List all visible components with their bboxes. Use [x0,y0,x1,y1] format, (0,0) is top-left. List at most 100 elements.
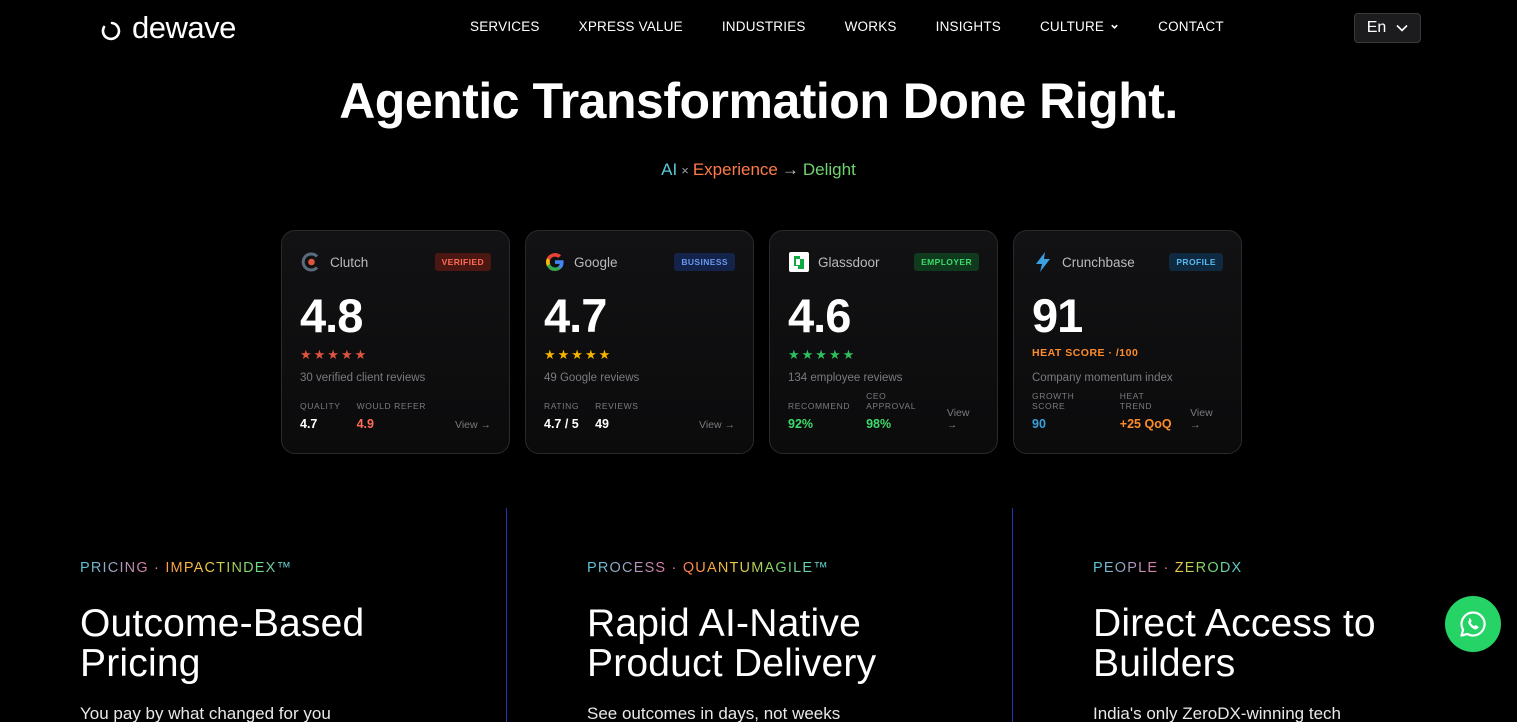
card-brand-name: Clutch [330,254,369,270]
card-score: 91 [1032,289,1083,342]
metric: CEO APPROVAL 98% [866,391,931,431]
section-text: See outcomes in days, not weeks [587,704,841,722]
metric: GROWTH SCORE 90 [1032,391,1104,431]
metric: HEAT TREND +25 QoQ [1120,391,1174,431]
card-score: 4.6 [788,289,851,342]
section-title: Direct Access to Builders [1093,602,1376,685]
status-badge: EMPLOYER [914,253,979,271]
rating-card-clutch[interactable]: Clutch VERIFIED 4.8 ★★★★★ 30 verified cl… [281,230,510,454]
status-badge: PROFILE [1169,253,1223,271]
card-description: 30 verified client reviews [300,372,426,384]
whatsapp-button[interactable] [1445,596,1501,652]
card-description: 49 Google reviews [544,372,640,384]
section-text: India's only ZeroDX-winning tech [1093,704,1341,722]
metric: RECOMMEND 92% [788,401,850,431]
status-badge: VERIFIED [434,253,491,271]
section-title: Outcome-Based Pricing [80,602,365,685]
view-link[interactable]: View → [947,407,979,431]
hero-title: Agentic Transformation Done Right. [339,73,1178,129]
feature-people: PEOPLE · ZERODX Direct Access to Builder… [1012,508,1517,722]
tagline-experience: Experience [692,160,778,179]
section-title: Rapid AI-Native Product Delivery [587,602,877,685]
heat-score-label: HEAT SCORE · /100 [1032,347,1139,359]
card-description: 134 employee reviews [788,372,903,384]
section-text: You pay by what changed for you [80,704,331,722]
chevron-down-icon [1111,24,1118,29]
logo-mark-icon [101,21,121,41]
status-badge: BUSINESS [674,253,735,271]
nav-contact[interactable]: CONTACT [1158,19,1224,34]
brand-logo[interactable]: dewave [100,10,236,46]
kicker-category: PRICING [80,560,149,576]
metric: REVIEWS 49 [595,401,638,431]
kicker-product: ZERODX [1174,560,1243,576]
feature-pricing: PRICING · IMPACTINDEX™ Outcome-Based Pri… [0,508,507,722]
page: dewave SERVICES XPRESS VALUE INDUSTRIES … [0,0,1517,722]
nav-insights[interactable]: INSIGHTS [936,19,1001,34]
whatsapp-icon [1460,611,1486,637]
nav-services[interactable]: SERVICES [470,19,540,34]
metric-value: 4.9 [356,417,374,431]
card-brand-name: Google [574,254,618,270]
nav-works[interactable]: WORKS [845,19,897,34]
lightning-icon [1032,251,1054,273]
metric-value: 49 [595,417,609,431]
metric-label: QUALITY [300,401,341,411]
tagline-times: × [681,163,689,178]
rating-card-glassdoor[interactable]: Glassdoor EMPLOYER 4.6 ★★★★★ 134 employe… [769,230,998,454]
main-menu: SERVICES XPRESS VALUE INDUSTRIES WORKS I… [470,19,1224,34]
metric-value: +25 QoQ [1119,417,1172,431]
metric-value: 98% [866,417,892,431]
nav-industries[interactable]: INDUSTRIES [722,19,806,34]
tagline-delight: Delight [802,160,856,179]
hero-tagline: AI × Experience → Delight [0,160,1517,180]
metric-value: 4.7 / 5 [544,417,579,431]
kicker-category: PROCESS [587,560,667,576]
nav-culture[interactable]: CULTURE [1040,19,1119,34]
metric-value: 90 [1032,417,1046,431]
section-kicker: PEOPLE · ZERODX [1093,560,1493,576]
kicker-product: IMPACTINDEX™ [165,560,293,576]
section-kicker: PRICING · IMPACTINDEX™ [80,560,480,576]
view-link[interactable]: View → [455,419,491,431]
card-brand-name: Crunchbase [1062,254,1135,270]
star-rating: ★★★★★ [544,347,613,362]
top-nav: dewave SERVICES XPRESS VALUE INDUSTRIES … [0,0,1517,56]
tagline-ai: AI [661,160,678,179]
card-score: 4.8 [300,289,363,342]
metric-label: RATING [544,401,580,411]
metric-label: GROWTH SCORE [1032,391,1075,411]
metric-value: 92% [788,417,814,431]
kicker-category: PEOPLE [1093,560,1159,576]
metric-label: CEO APPROVAL [866,391,917,411]
rating-card-crunchbase[interactable]: Crunchbase PROFILE 91 HEAT SCORE · /100 … [1013,230,1242,454]
metric-label: HEAT TREND [1119,391,1153,411]
card-score: 4.7 [544,289,607,342]
rating-card-google[interactable]: Google BUSINESS 4.7 ★★★★★ 49 Google revi… [525,230,754,454]
metric-value: 4.7 [300,417,318,431]
nav-culture-label: CULTURE [1039,19,1105,34]
metric-label: RECOMMEND [788,401,851,411]
card-description: Company momentum index [1032,372,1173,384]
nav-xpress-value[interactable]: XPRESS VALUE [579,19,683,34]
chevron-down-icon [1396,24,1408,32]
star-rating: ★★★★★ [788,347,857,362]
language-label: En [1366,19,1387,36]
metric-label: WOULD REFER [356,401,426,411]
language-selector[interactable]: En [1354,13,1421,43]
glassdoor-icon [788,251,810,273]
metric-label: REVIEWS [595,401,639,411]
metric: RATING 4.7 / 5 [544,401,579,431]
section-kicker: PROCESS · QUANTUMAGILE™ [587,560,987,576]
metric: QUALITY 4.7 [300,401,341,431]
view-link[interactable]: View → [699,419,735,431]
card-brand-name: Glassdoor [818,254,880,270]
tagline-arrow: → [781,160,799,179]
rating-cards: Clutch VERIFIED 4.8 ★★★★★ 30 verified cl… [281,230,1242,454]
kicker-separator: · [666,560,683,576]
metric: WOULD REFER 4.9 [357,401,426,431]
feature-process: PROCESS · QUANTUMAGILE™ Rapid AI-Native … [506,508,1013,722]
kicker-product: QUANTUMAGILE™ [682,560,829,576]
google-icon [544,251,566,273]
view-link[interactable]: View → [1190,407,1223,431]
